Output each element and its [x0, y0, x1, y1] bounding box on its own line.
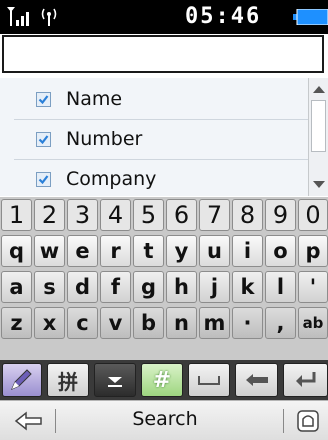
softkey-bar: Search [0, 400, 328, 440]
backspace-icon [245, 374, 268, 386]
key-q[interactable]: q [1, 235, 32, 267]
hide-keyboard-icon [108, 377, 122, 387]
backspace-key[interactable] [235, 363, 278, 397]
key-b[interactable]: b [133, 307, 164, 339]
search-field-list: Name Number Company [0, 78, 308, 196]
list-item-company[interactable]: Company [0, 160, 308, 199]
key-p[interactable]: p [298, 235, 328, 267]
checkbox-name[interactable] [36, 92, 51, 107]
keyboard-toolbar: 拼 # [0, 360, 328, 400]
search-input[interactable] [2, 35, 324, 73]
divider [283, 409, 284, 433]
key-d[interactable]: d [67, 271, 98, 303]
checkbox-number[interactable] [36, 132, 51, 147]
space-icon [198, 376, 220, 385]
key-k[interactable]: k [232, 271, 263, 303]
key-dot[interactable]: · [232, 307, 263, 339]
divider [55, 409, 56, 433]
key-s[interactable]: s [34, 271, 65, 303]
list-item-number[interactable]: Number [0, 120, 308, 159]
key-m[interactable]: m [199, 307, 230, 339]
key-i[interactable]: i [232, 235, 263, 267]
key-8[interactable]: 8 [232, 199, 263, 231]
key-o[interactable]: o [265, 235, 296, 267]
keyboard-row-3: z x c v b n m · , ab [0, 305, 328, 341]
key-r[interactable]: r [100, 235, 131, 267]
list-item-label: Name [66, 88, 123, 110]
key-2[interactable]: 2 [34, 199, 65, 231]
space-key[interactable] [188, 363, 230, 397]
key-x[interactable]: x [34, 307, 65, 339]
handwriting-button[interactable] [2, 363, 42, 397]
key-g[interactable]: g [133, 271, 164, 303]
key-5[interactable]: 5 [133, 199, 164, 231]
back-icon[interactable] [14, 410, 44, 432]
key-7[interactable]: 7 [199, 199, 230, 231]
key-w[interactable]: w [34, 235, 65, 267]
scroll-up-icon[interactable] [310, 82, 328, 96]
key-l[interactable]: l [265, 271, 296, 303]
hide-keyboard-button[interactable] [94, 363, 136, 397]
key-z[interactable]: z [1, 307, 32, 339]
list-item-label: Company [66, 168, 157, 190]
key-f[interactable]: f [100, 271, 131, 303]
key-c[interactable]: c [67, 307, 98, 339]
key-n[interactable]: n [166, 307, 197, 339]
key-0[interactable]: 0 [298, 199, 328, 231]
key-y[interactable]: y [166, 235, 197, 267]
key-ab-mode[interactable]: ab [298, 307, 328, 339]
key-u[interactable]: u [199, 235, 230, 267]
key-apostrophe[interactable]: ' [298, 271, 328, 303]
scroll-thumb[interactable] [311, 100, 326, 152]
clock-time: 05:46 [185, 4, 262, 29]
list-item-name[interactable]: Name [0, 80, 308, 119]
keyboard-number-row: 1 2 3 4 5 6 7 8 9 0 [0, 197, 328, 233]
on-screen-keyboard: 1 2 3 4 5 6 7 8 9 0 q w e r t y u i o p … [0, 197, 328, 400]
symbols-button[interactable]: # [141, 363, 183, 397]
key-t[interactable]: t [133, 235, 164, 267]
key-4[interactable]: 4 [100, 199, 131, 231]
key-1[interactable]: 1 [1, 199, 32, 231]
antenna-icon [41, 8, 57, 26]
keyboard-row-2: a s d f g h j k l ' [0, 269, 328, 305]
enter-icon [295, 372, 315, 387]
key-a[interactable]: a [1, 271, 32, 303]
key-comma[interactable]: , [265, 307, 296, 339]
list-item-label: Number [66, 128, 143, 150]
home-icon[interactable] [296, 409, 320, 433]
key-h[interactable]: h [166, 271, 197, 303]
key-9[interactable]: 9 [265, 199, 296, 231]
pen-icon [11, 369, 32, 390]
key-6[interactable]: 6 [166, 199, 197, 231]
key-3[interactable]: 3 [67, 199, 98, 231]
symbols-label: # [152, 367, 172, 393]
battery-icon [293, 9, 328, 25]
key-e[interactable]: e [67, 235, 98, 267]
keyboard-row-1: q w e r t y u i o p [0, 233, 328, 269]
search-softkey[interactable]: Search [120, 408, 210, 430]
key-j[interactable]: j [199, 271, 230, 303]
pinyin-button[interactable]: 拼 [47, 363, 89, 397]
status-bar: 05:46 [0, 0, 328, 34]
list-scrollbar[interactable] [308, 78, 328, 196]
enter-key[interactable] [283, 363, 328, 397]
checkbox-company[interactable] [36, 172, 51, 187]
scroll-down-icon[interactable] [310, 178, 328, 192]
pinyin-label: 拼 [58, 369, 78, 394]
signal-icon [7, 7, 29, 26]
key-v[interactable]: v [100, 307, 131, 339]
